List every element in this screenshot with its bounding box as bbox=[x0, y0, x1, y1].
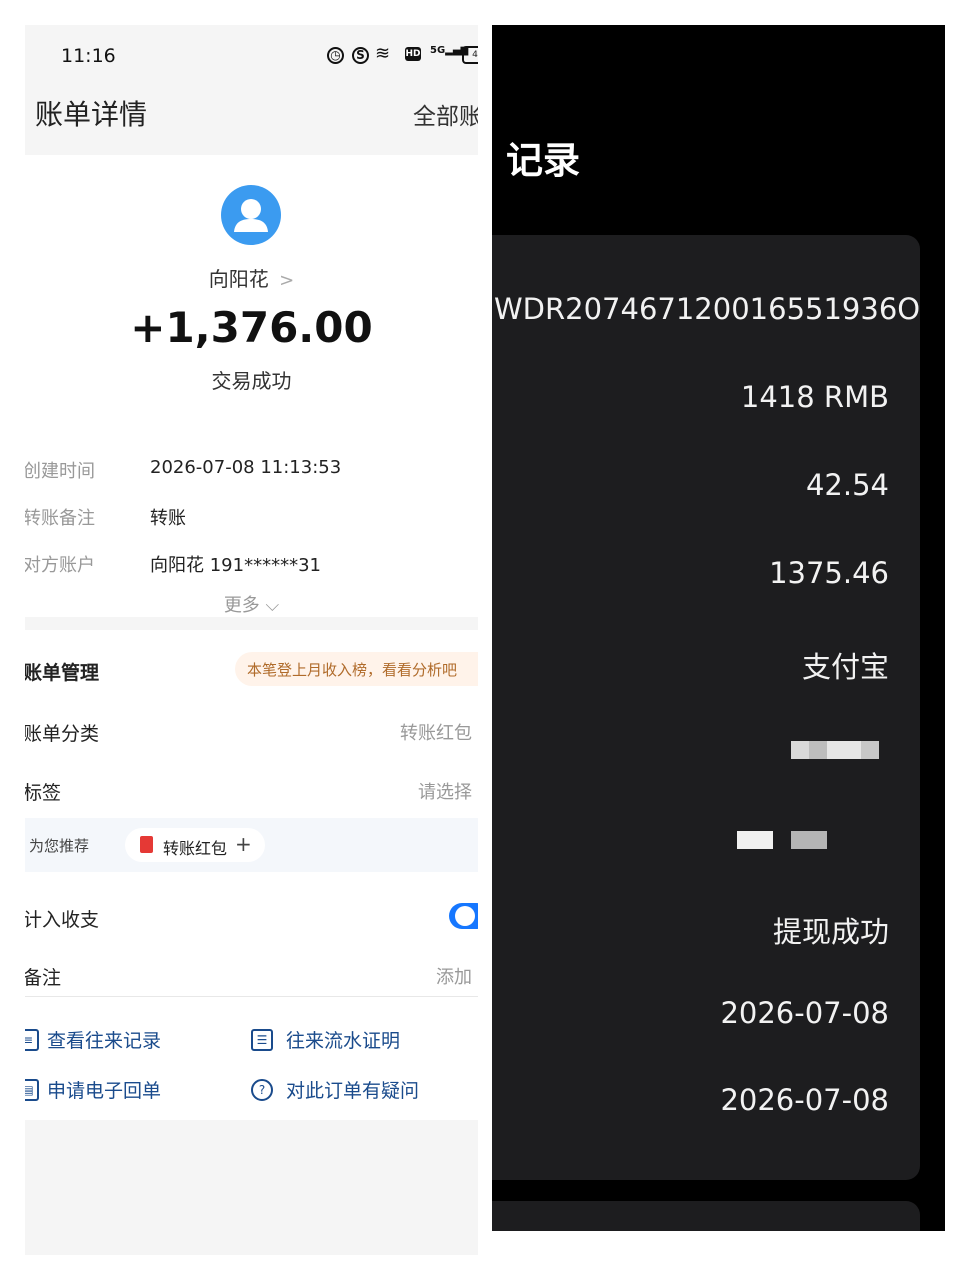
order-id: WDR207467120016551936O bbox=[494, 292, 921, 326]
battery-level: 4 bbox=[472, 50, 478, 60]
question-icon: ? bbox=[251, 1079, 273, 1101]
record-detail-card bbox=[492, 235, 920, 1180]
recommend-box: 为您推荐 转账红包 + bbox=[25, 818, 478, 872]
wifi-icon: ≋ bbox=[375, 43, 391, 64]
record-method: 支付宝 bbox=[801, 650, 889, 684]
bill-management-card: 账单管理 本笔登上月收入榜，看看分析吧 账单分类 转账红包 标签 请选择 为您推… bbox=[25, 630, 478, 1120]
remark-label: 备注 bbox=[25, 967, 62, 989]
network-type: 5G bbox=[430, 45, 446, 56]
shield-icon: S bbox=[352, 47, 369, 64]
bill-detail-panel: 11:16 ◷ S ≋ HD 5G▂▄▆ 4 账单详情 全部账 向阳花 > +1… bbox=[25, 25, 478, 1255]
analysis-hint-button[interactable]: 本笔登上月收入榜，看看分析吧 bbox=[235, 652, 478, 686]
record-status: 提现成功 bbox=[772, 915, 889, 949]
battery-icon: 4 bbox=[462, 46, 478, 64]
category-value[interactable]: 转账红包 bbox=[400, 719, 472, 745]
order-question-label: 对此订单有疑问 bbox=[286, 1080, 420, 1102]
payer-name: 向阳花 bbox=[208, 267, 269, 291]
payer-name-link[interactable]: 向阳花 > bbox=[25, 263, 478, 292]
record-fee: 42.54 bbox=[805, 468, 889, 502]
withdrawal-record-panel: 记录 WDR207467120016551936O 1418 RMB 42.54… bbox=[492, 25, 945, 1231]
toggle-knob bbox=[455, 906, 475, 926]
recommend-chip[interactable]: 转账红包 + bbox=[125, 828, 265, 862]
status-time: 11:16 bbox=[61, 45, 116, 67]
tags-select[interactable]: 请选择 bbox=[418, 778, 472, 804]
detail-value-created-time: 2026-07-08 11:13:53 bbox=[150, 457, 342, 478]
plus-icon: + bbox=[235, 832, 252, 856]
record-title: 记录 bbox=[506, 139, 580, 182]
recommend-label: 为您推荐 bbox=[29, 837, 90, 855]
management-title: 账单管理 bbox=[25, 662, 100, 684]
remark-add-button[interactable]: 添加 bbox=[436, 963, 472, 989]
avatar[interactable] bbox=[221, 185, 281, 245]
more-details-button[interactable]: 更多 ⌵ bbox=[25, 591, 478, 617]
hd-icon: HD bbox=[405, 47, 421, 61]
statement-icon: ☰ bbox=[251, 1029, 273, 1051]
header: 账单详情 全部账 bbox=[25, 85, 478, 155]
record-received: 1375.46 bbox=[769, 556, 889, 590]
detail-value-counterparty: 向阳花 191******31 bbox=[150, 555, 321, 576]
electronic-receipt-label: 申请电子回单 bbox=[47, 1080, 162, 1102]
alarm-icon: ◷ bbox=[327, 47, 344, 64]
record-date-completed: 2026-07-08 bbox=[720, 1083, 889, 1117]
user-icon bbox=[234, 199, 268, 232]
analysis-hint-text: 本笔登上月收入榜，看看分析吧 bbox=[247, 661, 458, 679]
count-income-toggle[interactable] bbox=[449, 903, 478, 929]
divider bbox=[25, 996, 478, 997]
status-bar: 11:16 ◷ S ≋ HD 5G▂▄▆ 4 bbox=[25, 25, 478, 85]
view-records-label: 查看往来记录 bbox=[47, 1030, 162, 1052]
all-bills-button[interactable]: 全部账 bbox=[413, 97, 478, 131]
transaction-status: 交易成功 bbox=[211, 369, 292, 393]
count-income-label: 计入收支 bbox=[25, 909, 100, 931]
page-title: 账单详情 bbox=[35, 98, 148, 131]
red-envelope-icon bbox=[140, 836, 153, 853]
record-amount: 1418 RMB bbox=[740, 380, 889, 414]
tags-label: 标签 bbox=[25, 782, 62, 804]
record-next-card bbox=[492, 1201, 920, 1231]
record-icon: ≡ bbox=[25, 1029, 39, 1051]
transaction-summary-card: 向阳花 > +1,376.00 交易成功 创建时间 2026-07-08 11:… bbox=[25, 155, 478, 617]
receipt-icon: ▤ bbox=[25, 1079, 39, 1101]
record-date-created: 2026-07-08 bbox=[720, 996, 889, 1030]
recommend-chip-label: 转账红包 bbox=[163, 839, 228, 858]
detail-label-remark: 转账备注 bbox=[25, 508, 95, 529]
detail-label-counterparty: 对方账户 bbox=[25, 555, 95, 576]
detail-value-remark: 转账 bbox=[150, 508, 186, 529]
category-label: 账单分类 bbox=[25, 723, 100, 745]
detail-label-created-time: 创建时间 bbox=[25, 461, 95, 482]
chevron-right-icon: > bbox=[279, 270, 295, 291]
statement-proof-label: 往来流水证明 bbox=[286, 1030, 401, 1052]
transaction-amount: +1,376.00 bbox=[130, 303, 373, 352]
